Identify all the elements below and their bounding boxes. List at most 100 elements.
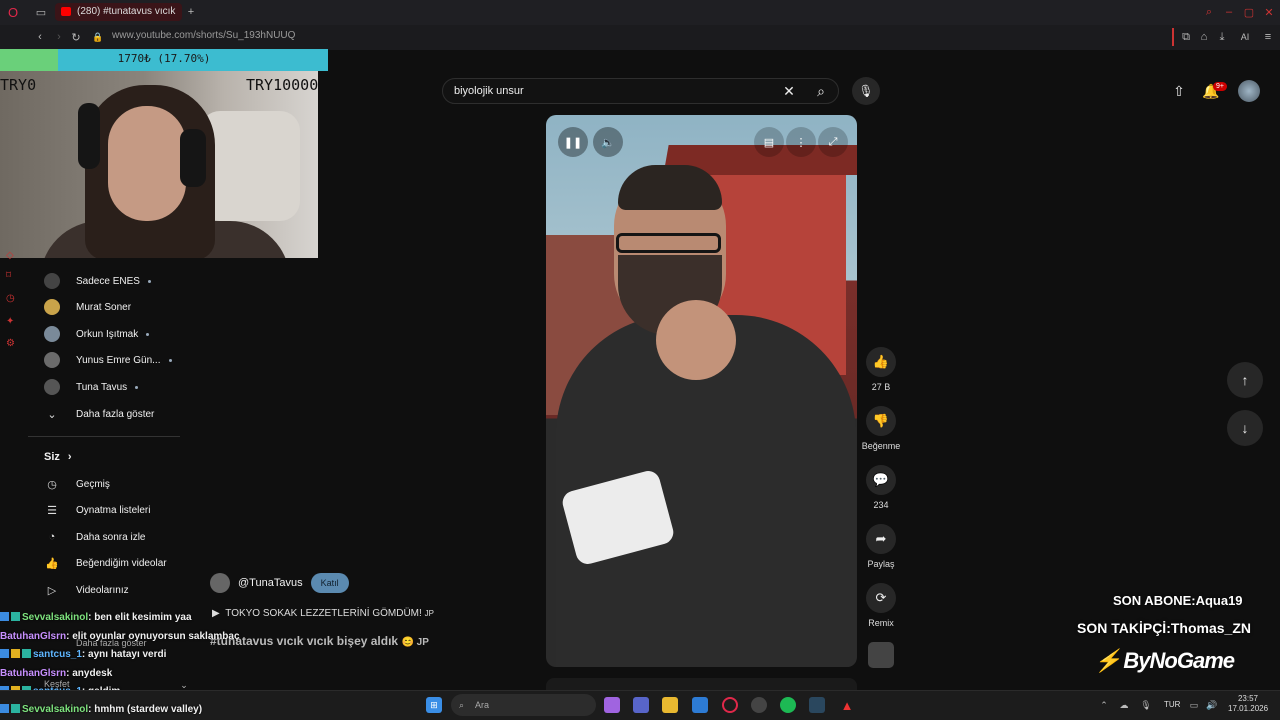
pause-icon[interactable]: ❚❚ xyxy=(558,127,588,157)
chat-user: Sevvalsakinol xyxy=(22,612,89,623)
more-options-icon[interactable]: ⋮ xyxy=(786,127,816,157)
subscription-item[interactable]: Orkun Işıtmak xyxy=(44,321,150,347)
teams-icon[interactable] xyxy=(633,697,649,713)
extensions-sidebar-icon[interactable]: ✦ xyxy=(6,316,20,330)
playlist-icon: ☰ xyxy=(47,504,57,517)
extensions-icon[interactable]: ⧉ xyxy=(1180,31,1192,43)
sidebar-item-playlists[interactable]: ☰ Oynatma listeleri xyxy=(44,497,150,523)
tab-youtube[interactable]: (280) #tunatavus vıcık xyxy=(55,3,182,21)
subscription-item[interactable]: Tuna Tavus xyxy=(44,374,139,400)
menu-icon[interactable]: ≡ xyxy=(1262,31,1274,43)
channel-avatar[interactable] xyxy=(210,573,230,593)
taskbar-search[interactable]: ⌕ Ara xyxy=(451,694,596,716)
remix-button[interactable]: ⟳ xyxy=(866,583,896,613)
channel-handle[interactable]: @TunaTavus xyxy=(238,577,303,589)
todo-icon[interactable] xyxy=(692,697,708,713)
subscription-item[interactable]: Sadece ENES xyxy=(44,268,151,294)
cloud-icon[interactable]: ☁ xyxy=(1118,699,1130,711)
microphone-tray-icon[interactable]: 🎙 xyxy=(1140,699,1152,711)
settings-icon[interactable]: ⚙ xyxy=(6,338,20,352)
system-clock[interactable]: 23:57 17.01.2026 xyxy=(1228,694,1268,714)
youtube-favicon-icon xyxy=(61,7,71,16)
new-tab-icon[interactable]: + xyxy=(185,6,197,18)
obs-icon[interactable] xyxy=(751,697,767,713)
network-icon[interactable]: ▭ xyxy=(1188,699,1200,711)
browser-sidebar-icon[interactable]: ◇ xyxy=(6,250,20,264)
url-text[interactable]: www.youtube.com/shorts/Su_193hNUUQ xyxy=(112,30,295,41)
search-icon[interactable]: ⌕ xyxy=(812,82,830,100)
clear-search-icon[interactable]: ✕ xyxy=(780,82,798,100)
related-video-link[interactable]: ▶ TOKYO SOKAK LEZZETLERİNİ GÖMDÜM! JP xyxy=(212,608,434,619)
badge-icon xyxy=(11,649,20,658)
ai-button[interactable]: AI xyxy=(1234,31,1256,43)
badge-icon xyxy=(11,704,20,713)
windows-start-icon[interactable]: ⊞ xyxy=(426,697,442,713)
chevron-down-icon: ⌄ xyxy=(47,408,57,421)
video-icon: ▷ xyxy=(47,584,57,597)
subscription-name: Sadece ENES xyxy=(76,275,140,287)
sidebar-item-watch-later[interactable]: ◔ Daha sonra izle xyxy=(44,524,146,550)
show-more-subscriptions[interactable]: ⌄ Daha fazla göster xyxy=(44,401,154,427)
tab-title: (280) #tunatavus vıcık xyxy=(77,6,176,17)
file-explorer-icon[interactable] xyxy=(662,697,678,713)
search-icon: ⌕ xyxy=(459,700,465,710)
download-icon[interactable]: ⤓ xyxy=(1216,31,1228,43)
volume-icon[interactable]: 🔈 xyxy=(593,127,623,157)
streamer-face xyxy=(108,106,186,221)
comments-button[interactable]: 💬 xyxy=(866,465,896,495)
share-label: Paylaş xyxy=(867,559,895,569)
chat-text: : anydesk xyxy=(66,668,113,679)
subscription-item[interactable]: Murat Soner xyxy=(44,294,131,320)
like-button[interactable]: 👍 xyxy=(866,347,896,377)
chat-message: BatuhanGlsrn: anydesk xyxy=(0,668,112,679)
copilot-icon[interactable] xyxy=(604,697,620,713)
search-tabs-icon[interactable]: ⌕ xyxy=(1203,6,1215,18)
shorts-video-player[interactable]: ❚❚ 🔈 ▤ ⋮ ⤢ xyxy=(546,115,857,667)
user-avatar[interactable] xyxy=(1238,80,1260,102)
maximize-icon[interactable]: ▢ xyxy=(1243,6,1255,19)
reload-icon[interactable]: ↻ xyxy=(70,31,82,44)
bookmark-icon[interactable]: ⌑ xyxy=(6,270,20,284)
channel-avatar xyxy=(44,379,60,395)
back-icon[interactable]: ‹ xyxy=(34,31,46,43)
previous-short-button[interactable]: ↑ xyxy=(1227,362,1263,398)
history-icon[interactable]: ◷ xyxy=(6,293,20,307)
sidebar-item-history[interactable]: ◷ Geçmiş xyxy=(44,471,110,497)
join-button[interactable]: Katıl xyxy=(310,573,349,593)
sidebar-accent xyxy=(1172,28,1174,46)
bynogame-logo: ⚡ ByNoGame xyxy=(1094,648,1235,674)
dislike-label: Beğenme xyxy=(861,441,901,451)
badge-icon xyxy=(0,612,9,621)
app-triangle-icon[interactable]: ▲ xyxy=(839,697,855,713)
speaker-icon[interactable]: 🔊 xyxy=(1206,699,1218,711)
sidebar-divider xyxy=(28,436,180,437)
next-short-button[interactable]: ↓ xyxy=(1227,410,1263,446)
sidebar-item-label: Daha sonra izle xyxy=(76,531,146,543)
forward-icon[interactable]: › xyxy=(53,31,65,43)
opera-taskbar-icon[interactable] xyxy=(722,697,738,713)
you-section-heading[interactable]: Siz › xyxy=(44,444,72,470)
dislike-button[interactable]: 👎 xyxy=(866,406,896,436)
fullscreen-icon[interactable]: ⤢ xyxy=(818,127,848,157)
account-icon[interactable]: ⌂ xyxy=(1198,31,1210,43)
language-indicator[interactable]: TUR xyxy=(1164,700,1180,709)
captions-icon[interactable]: ▤ xyxy=(754,127,784,157)
minimize-icon[interactable]: – xyxy=(1223,6,1235,18)
spotify-icon[interactable] xyxy=(780,697,796,713)
share-button[interactable]: ➦ xyxy=(866,524,896,554)
microphone-icon[interactable]: 🎙 xyxy=(852,77,880,105)
sidebar-item-liked-videos[interactable]: 👍 Beğendiğim videolar xyxy=(44,550,166,576)
subscription-item[interactable]: Yunus Emre Gün... xyxy=(44,347,172,373)
close-window-icon[interactable]: ✕ xyxy=(1263,6,1275,19)
steam-icon[interactable] xyxy=(809,697,825,713)
sound-thumbnail[interactable] xyxy=(868,642,894,668)
clock-icon: ◔ xyxy=(48,531,56,543)
tray-chevron-icon[interactable]: ⌃ xyxy=(1098,699,1110,711)
upload-icon[interactable]: ⇧ xyxy=(1168,80,1190,102)
opera-logo-icon[interactable]: O xyxy=(6,5,20,20)
you-heading: Siz xyxy=(44,451,60,463)
search-query: biyolojik unsur xyxy=(454,85,524,97)
sidebar-item-your-videos[interactable]: ▷ Videolarınız xyxy=(44,577,129,603)
tab-menu-icon[interactable]: ▭ xyxy=(35,6,47,19)
chat-message: Sevvalsakinol: hmhm (stardew valley) xyxy=(0,704,202,715)
